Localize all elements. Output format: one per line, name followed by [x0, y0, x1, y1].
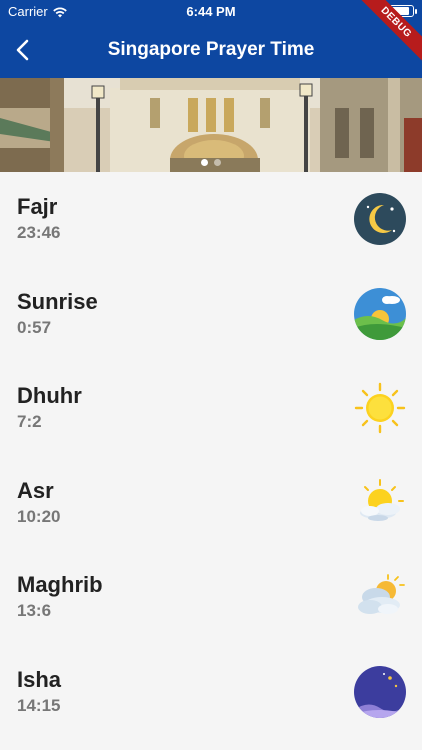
- cloudy-sun-icon: [358, 574, 405, 614]
- prayer-name: Dhuhr: [17, 383, 82, 408]
- nav-bar: Singapore Prayer Time: [0, 32, 422, 68]
- night-moon-stars-icon: [354, 665, 406, 718]
- prayer-name: Isha: [17, 666, 62, 692]
- prayer-row-sunrise[interactable]: Sunrise 0:57: [0, 266, 422, 361]
- prayer-time: 23:46: [17, 223, 61, 242]
- prayer-name: Fajr: [17, 194, 58, 219]
- prayer-time: 14:15: [17, 695, 61, 715]
- status-bar: Carrier 6:44 PM: [0, 0, 422, 24]
- banner-carousel[interactable]: [0, 78, 422, 172]
- sun-behind-cloud-icon: [360, 478, 404, 521]
- prayer-row-maghrib[interactable]: Maghrib 13:6: [0, 550, 422, 645]
- prayer-time: 13:6: [17, 601, 52, 620]
- prayer-row-fajr[interactable]: Fajr 23:46: [0, 172, 422, 267]
- prayer-row-dhuhr[interactable]: Dhuhr 7:2: [0, 361, 422, 456]
- prayer-time: 10:20: [17, 506, 61, 526]
- prayer-row-isha[interactable]: Isha 14:15: [0, 644, 422, 739]
- carousel-dot[interactable]: [201, 159, 208, 166]
- page-title: Singapore Prayer Time: [107, 39, 315, 60]
- prayer-name: Asr: [17, 477, 54, 503]
- prayer-name: Sunrise: [17, 288, 98, 314]
- prayer-time: 7:2: [17, 412, 42, 431]
- crescent-moon-night-icon: [354, 193, 406, 245]
- app-bar: Carrier 6:44 PM DEBUG Singapore Prayer T…: [0, 0, 422, 78]
- status-time: 6:44 PM: [186, 4, 236, 19]
- prayer-list: Fajr 23:46 Sunrise 0:57 Dhuhr 7:2 Asr 10…: [0, 172, 422, 739]
- prayer-row-asr[interactable]: Asr 10:20: [0, 455, 422, 550]
- mosque-photo: [0, 78, 422, 172]
- sunrise-landscape-icon: [354, 287, 406, 340]
- carousel-indicator: [0, 159, 422, 166]
- carousel-dot[interactable]: [214, 159, 221, 166]
- sun-icon: [354, 382, 406, 434]
- prayer-name: Maghrib: [17, 572, 103, 597]
- prayer-time: 0:57: [17, 317, 52, 337]
